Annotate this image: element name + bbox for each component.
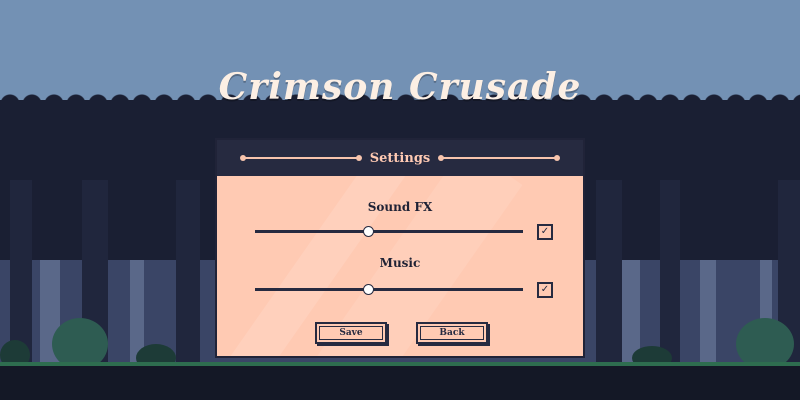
music-checkbox[interactable]: ✓	[537, 282, 553, 298]
settings-panel: Settings Sound FX ✓ Music ✓ Save Back	[215, 138, 585, 358]
game-title: Crimson Crusade	[218, 66, 582, 108]
music-label: Music	[379, 256, 421, 270]
settings-title: Settings	[369, 150, 431, 166]
settings-panel-header: Settings	[217, 140, 583, 176]
sound-fx-label: Sound FX	[367, 200, 433, 214]
slider-track	[255, 230, 523, 233]
checkmark-icon: ✓	[540, 284, 550, 295]
sound-fx-slider[interactable]	[255, 226, 523, 238]
header-ornament-right	[438, 155, 561, 161]
slider-track	[255, 288, 523, 291]
slider-handle[interactable]	[362, 284, 374, 295]
back-button[interactable]: Back	[416, 322, 488, 344]
slider-handle[interactable]	[362, 226, 374, 237]
tree-trunk	[176, 180, 200, 370]
save-button[interactable]: Save	[315, 322, 387, 344]
music-slider[interactable]	[255, 284, 523, 296]
tree-trunk	[660, 180, 680, 370]
header-ornament-left	[239, 155, 362, 161]
tree-trunk	[596, 180, 622, 370]
ground	[0, 366, 800, 400]
sound-fx-checkbox[interactable]: ✓	[537, 224, 553, 240]
checkmark-icon: ✓	[540, 226, 550, 237]
